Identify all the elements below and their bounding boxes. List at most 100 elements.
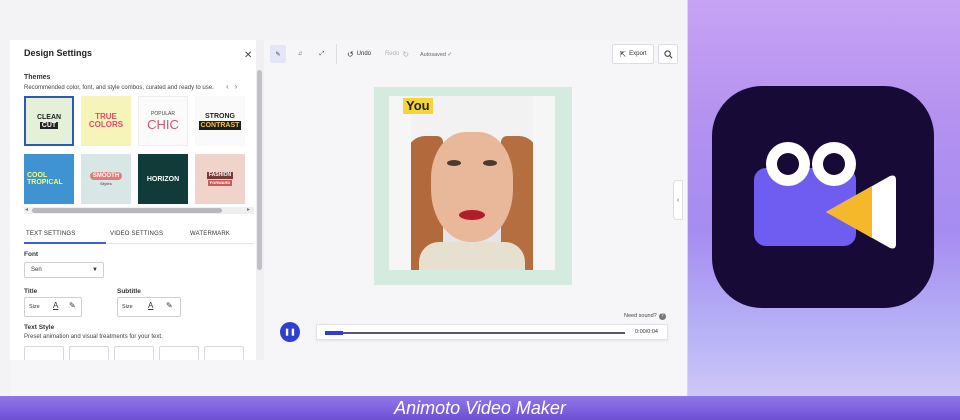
toolbar-divider — [336, 44, 337, 64]
text-style-option[interactable] — [69, 346, 109, 360]
autosave-status: Autosaved ✓ — [420, 52, 452, 58]
app-window: Design Settings ✕ Themes Recommended col… — [0, 0, 688, 396]
sweater-shape — [419, 242, 525, 270]
theme-tile[interactable]: CLEAN CUT — [24, 96, 74, 146]
export-icon: ⇱ — [619, 49, 627, 59]
lips-shape — [459, 210, 485, 220]
theme-line: CHIC — [147, 116, 179, 132]
camera-lens-shape — [826, 175, 896, 249]
theme-tile[interactable]: SMOOTH Styles — [81, 154, 131, 204]
portrait-image[interactable] — [389, 96, 555, 270]
title-size-label[interactable]: Size — [29, 304, 40, 310]
theme-tile[interactable]: FASHION FORWARD — [195, 154, 245, 204]
help-icon[interactable]: ? — [658, 313, 666, 320]
font-label: Font — [24, 251, 39, 258]
title-label: Title — [24, 288, 38, 295]
subtitle-size-label[interactable]: Size — [122, 304, 133, 310]
theme-line: POPULAR — [151, 110, 175, 117]
playback-time: 0:00/0:04 — [635, 329, 658, 335]
text-style-option[interactable] — [24, 346, 64, 360]
scroll-left-icon[interactable]: ◂ — [25, 206, 28, 213]
design-settings-panel: Design Settings ✕ Themes Recommended col… — [10, 40, 264, 360]
fur-shape — [533, 96, 555, 270]
themes-nav: ‹› — [226, 82, 243, 91]
tab-video-settings[interactable]: VIDEO SETTINGS — [110, 231, 163, 237]
title-style-controls: Size A ✎ — [24, 297, 82, 317]
theme-line: Styles — [100, 181, 112, 186]
fur-shape — [389, 96, 411, 270]
highlight-icon[interactable]: ✎ — [69, 301, 76, 310]
subtitle-style-controls: Size A ✎ — [117, 297, 181, 317]
scrollbar-thumb[interactable] — [257, 70, 262, 270]
theme-line: CLEAN — [36, 113, 62, 121]
pen-icon[interactable]: ✎ — [270, 45, 286, 63]
search-icon[interactable] — [658, 44, 678, 64]
canvas-text-overlay[interactable]: You — [403, 98, 433, 114]
panel-title: Design Settings — [24, 48, 93, 58]
theme-tile[interactable]: POPULAR CHIC — [138, 96, 188, 146]
close-icon[interactable]: ✕ — [244, 50, 252, 61]
chevron-left-icon[interactable]: ‹ — [673, 180, 683, 220]
theme-tile[interactable]: STRONG CONTRAST — [195, 96, 245, 146]
font-select[interactable]: Sen ▼ — [24, 262, 104, 278]
chevron-right-icon[interactable]: › — [235, 82, 244, 91]
text-color-icon[interactable]: A — [53, 301, 58, 310]
redo-button[interactable]: Redo ↻ — [380, 45, 414, 63]
music-note-icon[interactable]: ♫ — [292, 45, 308, 63]
redo-icon: ↻ — [402, 49, 410, 59]
subtitle-label: Subtitle — [117, 288, 141, 295]
undo-button[interactable]: ↺ Undo — [342, 45, 376, 63]
tab-text-settings[interactable]: TEXT SETTINGS — [26, 231, 76, 237]
eye-shape — [447, 160, 461, 166]
camera-eye-shape — [766, 142, 810, 186]
theme-line: CUT — [39, 121, 59, 129]
panel-scrollbar[interactable] — [256, 40, 264, 360]
font-value: Sen — [31, 267, 42, 273]
export-label: Export — [629, 51, 647, 57]
theme-tile[interactable]: TRUE COLORS — [81, 96, 131, 146]
editor-toolbar: ✎ ♫ ⤢ ↺ Undo Redo ↻ Autosaved ✓ ⇱ Export — [266, 40, 687, 68]
scroll-right-icon[interactable]: ▸ — [247, 206, 250, 213]
theme-line: COOL — [27, 172, 48, 179]
theme-line: TROPICAL — [27, 179, 63, 186]
theme-line: CONTRAST — [198, 120, 242, 130]
themes-scrollbar[interactable]: ◂ ▸ — [24, 207, 254, 214]
timeline-track[interactable] — [325, 332, 625, 334]
check-icon: ✓ — [447, 52, 453, 58]
resize-icon[interactable]: ⤢ — [314, 45, 330, 63]
tab-watermark[interactable]: WATERMARK — [190, 231, 230, 237]
settings-tabs: TEXT SETTINGS VIDEO SETTINGS WATERMARK — [24, 228, 254, 244]
active-tab-indicator — [24, 242, 106, 244]
highlight-icon[interactable]: ✎ — [166, 301, 173, 310]
undo-label: Undo — [356, 51, 372, 57]
theme-line: HORIZON — [146, 175, 180, 183]
chevron-left-icon[interactable]: ‹ — [226, 82, 235, 91]
eye-shape — [483, 160, 497, 166]
text-style-option[interactable] — [204, 346, 244, 360]
need-sound-label: Need sound? — [624, 313, 657, 319]
theme-line: STRONG — [205, 112, 235, 120]
theme-tile[interactable]: COOL TROPICAL — [24, 154, 74, 204]
theme-line: COLORS — [88, 120, 124, 129]
text-style-option[interactable] — [159, 346, 199, 360]
redo-label: Redo — [384, 51, 400, 57]
scrollbar-thumb[interactable] — [32, 208, 222, 213]
theme-line: SMOOTH — [89, 172, 123, 180]
text-color-icon[interactable]: A — [148, 301, 153, 310]
autosave-label: Autosaved — [420, 52, 446, 58]
text-style-option[interactable] — [114, 346, 154, 360]
export-button[interactable]: ⇱ Export — [612, 44, 654, 64]
themes-label: Themes — [24, 74, 51, 81]
pupil-shape — [777, 153, 799, 175]
pause-button[interactable]: ❚❚ — [280, 322, 300, 342]
caption-bar: Animoto Video Maker — [0, 396, 960, 420]
themes-description: Recommended color, font, and style combo… — [24, 85, 214, 91]
theme-line: FORWARD — [207, 180, 233, 186]
text-style-label: Text Style — [24, 324, 55, 331]
need-sound[interactable]: Need sound?? — [624, 313, 666, 320]
caret-down-icon: ▼ — [92, 267, 98, 273]
playback-timeline[interactable]: 0:00/0:04 — [316, 324, 668, 340]
pause-icon: ❚❚ — [284, 329, 296, 336]
text-style-description: Preset animation and visual treatments f… — [24, 334, 163, 340]
theme-tile[interactable]: HORIZON — [138, 154, 188, 204]
